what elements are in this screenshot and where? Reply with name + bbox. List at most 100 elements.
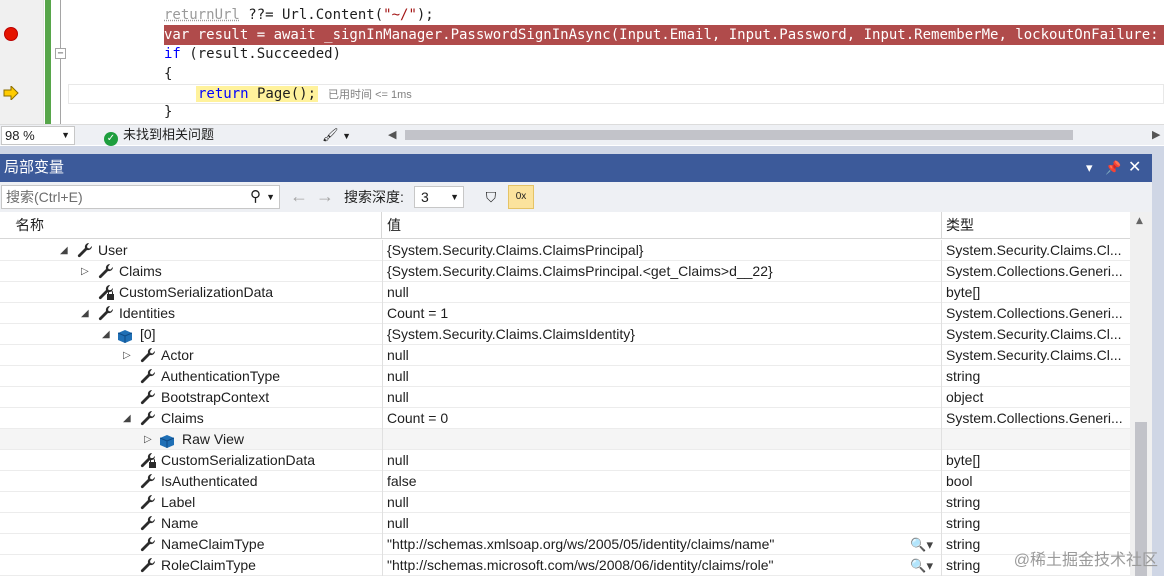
code-line-3[interactable]: if (result.Succeeded) (164, 44, 341, 64)
cell-name[interactable]: RoleClaimType (0, 555, 382, 576)
cell-value[interactable]: null (387, 450, 937, 471)
code-editor[interactable]: − returnUrl ??= Url.Content("~/"); var r… (0, 0, 1164, 124)
cell-type[interactable] (946, 429, 1130, 450)
perf-tip[interactable]: 已用时间 <= 1ms (328, 89, 412, 101)
cell-value[interactable]: null (387, 282, 937, 303)
table-row[interactable]: AuthenticationType null string (0, 366, 1130, 387)
search-icon[interactable]: ⚲ (250, 186, 261, 208)
cell-type[interactable]: System.Collections.Generi... (946, 261, 1130, 282)
search-input[interactable]: 搜索(Ctrl+E) ⚲ ▼ (1, 185, 280, 209)
cell-type[interactable]: System.Collections.Generi... (946, 303, 1130, 324)
cell-name[interactable]: ◢ Identities (0, 303, 382, 324)
collapse-triangle-icon[interactable]: ◢ (81, 303, 89, 324)
hex-display-icon[interactable]: 0x (508, 185, 534, 209)
search-forward-arrow-icon[interactable]: → (316, 186, 334, 206)
cell-type[interactable]: byte[] (946, 282, 1130, 303)
search-depth-dropdown[interactable]: 3 ▼ (414, 186, 464, 208)
cell-value[interactable]: null (387, 513, 937, 534)
cell-name[interactable]: Name (0, 513, 382, 534)
chevron-down-icon[interactable]: ▼ (266, 186, 275, 208)
issues-indicator[interactable]: ✓ 未找到相关问题 (104, 125, 214, 146)
locals-title-bar[interactable]: 局部变量 ▾ 📌 ✕ (0, 154, 1152, 182)
cell-value[interactable]: "http://schemas.xmlsoap.org/ws/2005/05/i… (387, 534, 937, 555)
cell-value[interactable]: null (387, 366, 937, 387)
table-row[interactable]: ◢ User {System.Security.Claims.ClaimsPrinc… (0, 240, 1130, 261)
column-header-value[interactable]: 值 (383, 212, 942, 239)
code-line-4[interactable]: { (164, 64, 172, 84)
table-row[interactable]: ▷ Raw View (0, 429, 1130, 450)
search-back-arrow-icon[interactable]: ← (290, 186, 308, 206)
table-row[interactable]: CustomSerializationData null byte[] (0, 282, 1130, 303)
vertical-scrollbar[interactable]: ▲ (1130, 212, 1152, 576)
column-header-type[interactable]: 类型 (942, 212, 1130, 239)
visualizer-magnifier-icon[interactable]: 🔍▾ (910, 555, 933, 576)
table-row[interactable]: RoleClaimType "http://schemas.microsoft.c… (0, 555, 1130, 576)
window-menu-icon[interactable]: ▾ (1086, 154, 1093, 182)
cell-type[interactable]: System.Security.Claims.Cl... (946, 240, 1130, 261)
horizontal-scrollbar-thumb[interactable] (405, 130, 1073, 140)
cell-type[interactable]: System.Security.Claims.Cl... (946, 345, 1130, 366)
table-row[interactable]: BootstrapContext null object (0, 387, 1130, 408)
pin-icon[interactable]: 📌 (1105, 154, 1121, 182)
close-icon[interactable]: ✕ (1128, 154, 1141, 182)
scroll-up-arrow[interactable]: ▲ (1136, 216, 1143, 226)
cell-name[interactable]: ◢ User (0, 240, 382, 261)
table-row[interactable]: NameClaimType "http://schemas.xmlsoap.org… (0, 534, 1130, 555)
table-row[interactable]: IsAuthenticated false bool (0, 471, 1130, 492)
code-cleanup-button[interactable]: 🖌 ▼ (322, 125, 351, 146)
table-row[interactable]: ◢ [0] {System.Security.Claims.ClaimsIdenti… (0, 324, 1130, 345)
column-header-name[interactable]: ▲ 名称 (0, 212, 382, 239)
collapse-triangle-icon[interactable]: ◢ (60, 240, 68, 261)
cell-value[interactable]: {System.Security.Claims.ClaimsPrincipal.… (387, 261, 937, 282)
table-row[interactable]: ◢ Claims Count = 0 System.Collections.Gener… (0, 408, 1130, 429)
table-row[interactable]: ▷ Actor null System.Security.Claims.Cl... (0, 345, 1130, 366)
scroll-right-arrow[interactable]: ▶ (1152, 126, 1160, 145)
cell-name[interactable]: ▷ Raw View (0, 429, 382, 450)
table-row[interactable]: CustomSerializationData null byte[] (0, 450, 1130, 471)
code-line-current[interactable]: return Page(); 已用时间 <= 1ms (196, 84, 412, 104)
cell-name[interactable]: CustomSerializationData (0, 450, 382, 471)
cell-value[interactable]: null (387, 345, 937, 366)
cell-value[interactable]: {System.Security.Claims.ClaimsIdentity} (387, 324, 937, 345)
expand-triangle-icon[interactable]: ▷ (144, 429, 152, 450)
cell-name[interactable]: NameClaimType (0, 534, 382, 555)
cell-type[interactable]: bool (946, 471, 1130, 492)
code-line-6[interactable]: } (164, 102, 172, 122)
cell-name[interactable]: ◢ Claims (0, 408, 382, 429)
cell-name[interactable]: CustomSerializationData (0, 282, 382, 303)
panel-splitter[interactable] (0, 146, 1164, 154)
cell-name[interactable]: ◢ [0] (0, 324, 382, 345)
cell-name[interactable]: BootstrapContext (0, 387, 382, 408)
cell-type[interactable]: string (946, 492, 1130, 513)
cell-value[interactable] (387, 429, 937, 450)
cell-value[interactable]: Count = 0 (387, 408, 937, 429)
cell-type[interactable]: string (946, 366, 1130, 387)
collapse-triangle-icon[interactable]: ◢ (102, 324, 110, 345)
table-row[interactable]: ◢ Identities Count = 1 System.Collections.G… (0, 303, 1130, 324)
visualizer-magnifier-icon[interactable]: 🔍▾ (910, 534, 933, 555)
expand-triangle-icon[interactable]: ▷ (123, 345, 131, 366)
cell-name[interactable]: Label (0, 492, 382, 513)
filter-icon[interactable]: ⛉ (480, 186, 502, 208)
cell-type[interactable]: System.Collections.Generi... (946, 408, 1130, 429)
cell-name[interactable]: ▷ Claims (0, 261, 382, 282)
cell-type[interactable]: string (946, 513, 1130, 534)
cell-value[interactable]: false (387, 471, 937, 492)
collapse-icon[interactable]: − (55, 48, 66, 59)
cell-value[interactable]: "http://schemas.microsoft.com/ws/2008/06… (387, 555, 937, 576)
table-row[interactable]: ▷ Claims {System.Security.Claims.ClaimsPri… (0, 261, 1130, 282)
cell-value[interactable]: null (387, 492, 937, 513)
cell-value[interactable]: null (387, 387, 937, 408)
scroll-left-arrow[interactable]: ◀ (388, 126, 396, 145)
expand-triangle-icon[interactable]: ▷ (81, 261, 89, 282)
zoom-dropdown[interactable]: 98 % ▼ (1, 126, 75, 145)
table-row[interactable]: Name null string (0, 513, 1130, 534)
cell-name[interactable]: AuthenticationType (0, 366, 382, 387)
table-row[interactable]: Label null string (0, 492, 1130, 513)
cell-value[interactable]: Count = 1 (387, 303, 937, 324)
cell-name[interactable]: IsAuthenticated (0, 471, 382, 492)
cell-type[interactable]: object (946, 387, 1130, 408)
breakpoint-icon[interactable] (4, 27, 18, 41)
code-line-1[interactable]: returnUrl ??= Url.Content("~/"); (164, 5, 434, 25)
cell-name[interactable]: ▷ Actor (0, 345, 382, 366)
